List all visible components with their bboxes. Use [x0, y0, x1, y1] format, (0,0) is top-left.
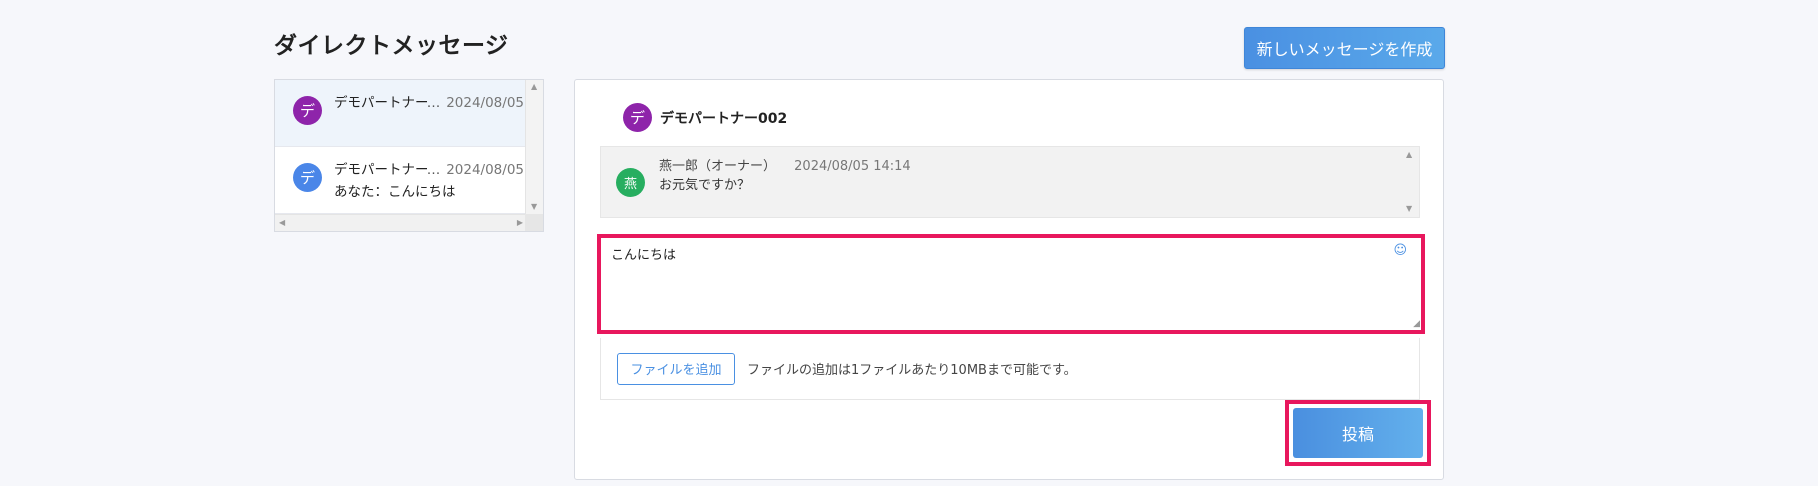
conversation-date: 2024/08/05: [446, 95, 524, 111]
avatar: デ: [623, 103, 652, 132]
new-message-button[interactable]: 新しいメッセージを作成: [1244, 27, 1445, 69]
message-item: 燕 燕一郎（オーナー） 2024/08/05 14:14 お元気ですか？: [616, 157, 911, 197]
message-history: 燕 燕一郎（オーナー） 2024/08/05 14:14 お元気ですか？ ▲ ▼: [600, 146, 1420, 218]
attachment-note: ファイルの追加は1ファイルあたり10MBまで可能です。: [747, 363, 1077, 378]
attachment-row: ファイルを追加 ファイルの追加は1ファイルあたり10MBまで可能です。: [600, 338, 1420, 400]
scroll-up-icon[interactable]: ▲: [531, 82, 537, 92]
horizontal-scrollbar[interactable]: ◀ ▶: [275, 214, 527, 231]
chat-partner-name: デモパートナー002: [660, 110, 788, 127]
direct-message-page: ダイレクトメッセージ 新しいメッセージを作成 デ デモパートナー002… 202…: [0, 0, 1818, 486]
page-title: ダイレクトメッセージ: [274, 33, 509, 59]
add-file-button[interactable]: ファイルを追加: [617, 352, 735, 385]
post-button[interactable]: 投稿: [1293, 408, 1423, 458]
avatar: 燕: [616, 168, 645, 197]
conversation-name: デモパートナー001: [334, 162, 427, 178]
scroll-corner: [525, 214, 543, 231]
chat-header: デ デモパートナー002: [623, 103, 787, 132]
history-scrollbar[interactable]: ▲ ▼: [1401, 147, 1419, 217]
resize-handle-icon[interactable]: ◢: [1413, 319, 1420, 329]
chat-panel: デ デモパートナー002 燕 燕一郎（オーナー） 2024/08/05 14:1…: [574, 79, 1444, 480]
conversation-item[interactable]: デ デモパートナー001… 2024/08/05 あなた：こんにちは: [275, 147, 527, 214]
message-time: 2024/08/05 14:14: [794, 159, 911, 174]
avatar: デ: [293, 96, 322, 125]
message-input[interactable]: こんにちは: [601, 238, 1421, 330]
message-text: お元気ですか？: [659, 178, 751, 193]
scroll-down-icon[interactable]: ▼: [1406, 204, 1412, 214]
conversation-preview: あなた：こんにちは: [334, 184, 456, 200]
conversation-name: デモパートナー002: [334, 95, 427, 111]
scroll-right-icon[interactable]: ▶: [517, 218, 523, 228]
conversation-list: デ デモパートナー002… 2024/08/05 デ デモパートナー001… 2…: [274, 79, 544, 232]
scroll-down-icon[interactable]: ▼: [531, 202, 537, 212]
compose-box: こんにちは ☺ ◢: [597, 234, 1425, 334]
scroll-up-icon[interactable]: ▲: [1406, 150, 1412, 160]
avatar: デ: [293, 163, 322, 192]
vertical-scrollbar[interactable]: ▲ ▼: [525, 80, 543, 214]
emoji-icon[interactable]: ☺: [1393, 243, 1407, 258]
conversation-item[interactable]: デ デモパートナー002… 2024/08/05: [275, 80, 527, 147]
message-sender: 燕一郎（オーナー）: [659, 159, 777, 174]
scroll-left-icon[interactable]: ◀: [279, 218, 285, 228]
conversation-date: 2024/08/05: [446, 162, 524, 178]
post-button-highlight: 投稿: [1285, 400, 1431, 466]
